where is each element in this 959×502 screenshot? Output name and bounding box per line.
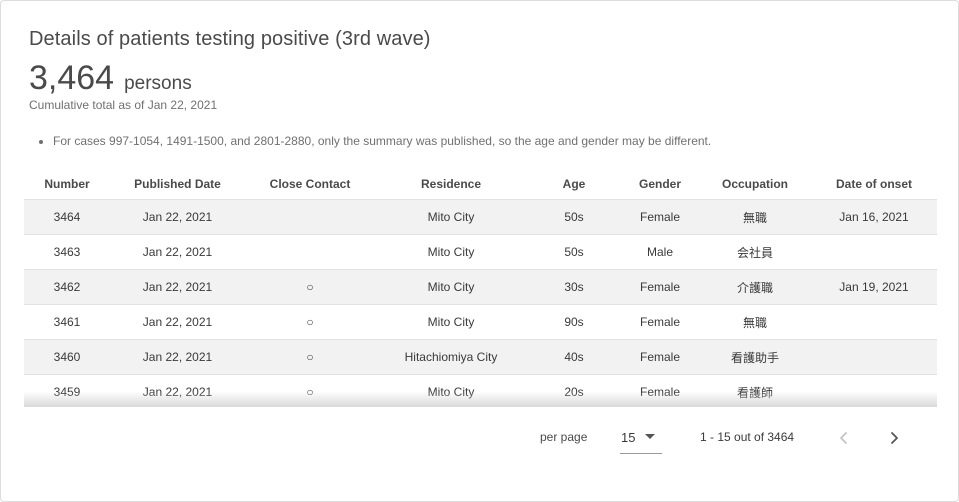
cumulative-note: Cumulative total as of Jan 22, 2021 bbox=[29, 98, 218, 112]
cell-occupation: 看護師 bbox=[699, 374, 811, 407]
table-row: 3463 Jan 22, 2021 Mito City 50s Male 会社員 bbox=[24, 234, 937, 270]
caret-down-icon bbox=[645, 434, 655, 439]
col-age-header: Age bbox=[527, 169, 621, 200]
cell-gender: Female bbox=[621, 199, 699, 235]
cell-published-date: Jan 22, 2021 bbox=[110, 269, 245, 305]
notes-list: For cases 997-1054, 1491-1500, and 2801-… bbox=[37, 134, 711, 148]
table-row: 3459 Jan 22, 2021 ○ Mito City 20s Female 看護師 bbox=[24, 374, 937, 407]
next-page-button[interactable] bbox=[879, 423, 909, 453]
patients-table-container[interactable]: Number Published Date Close Contact Residen… bbox=[24, 169, 937, 407]
cell-close-contact: ○ bbox=[245, 269, 375, 305]
cell-occupation: 会社員 bbox=[699, 234, 811, 270]
cell-number: 3464 bbox=[24, 199, 110, 235]
cell-close-contact bbox=[245, 199, 375, 235]
card-title: Details of patients testing positive (3r… bbox=[29, 28, 431, 50]
cell-age: 90s bbox=[527, 304, 621, 340]
cell-published-date: Jan 22, 2021 bbox=[110, 374, 245, 407]
total-unit: persons bbox=[124, 73, 192, 94]
per-page-value: 15 bbox=[621, 430, 636, 445]
table-row: 3464 Jan 22, 2021 Mito City 50s Female 無職 Jan … bbox=[24, 199, 937, 235]
cell-published-date: Jan 22, 2021 bbox=[110, 234, 245, 270]
cell-published-date: Jan 22, 2021 bbox=[110, 304, 245, 340]
cell-number: 3459 bbox=[24, 374, 110, 407]
cell-residence: Mito City bbox=[375, 374, 527, 407]
table-row: 3462 Jan 22, 2021 ○ Mito City 30s Female 介護職 Ja… bbox=[24, 269, 937, 305]
cell-occupation: 無職 bbox=[699, 199, 811, 235]
note-item: For cases 997-1054, 1491-1500, and 2801-… bbox=[53, 134, 711, 148]
patients-card: Details of patients testing positive (3r… bbox=[0, 0, 959, 502]
cell-number: 3460 bbox=[24, 339, 110, 375]
chevron-right-icon bbox=[891, 432, 898, 444]
col-occupation-header: Occupation bbox=[699, 169, 811, 200]
cell-date-of-onset bbox=[811, 339, 937, 375]
patients-table: Number Published Date Close Contact Residen… bbox=[24, 169, 937, 407]
cell-age: 20s bbox=[527, 374, 621, 407]
total-count: 3,464 bbox=[29, 59, 115, 97]
cell-close-contact: ○ bbox=[245, 374, 375, 407]
cell-occupation: 介護職 bbox=[699, 269, 811, 305]
col-published-date-header: Published Date bbox=[110, 169, 245, 200]
cell-age: 50s bbox=[527, 199, 621, 235]
cell-close-contact bbox=[245, 234, 375, 270]
previous-page-button[interactable] bbox=[829, 423, 859, 453]
cell-gender: Female bbox=[621, 339, 699, 375]
cell-occupation: 無職 bbox=[699, 304, 811, 340]
cell-residence: Mito City bbox=[375, 304, 527, 340]
cell-number: 3461 bbox=[24, 304, 110, 340]
cell-close-contact: ○ bbox=[245, 304, 375, 340]
cell-date-of-onset bbox=[811, 304, 937, 340]
page-range-text: 1 - 15 out of 3464 bbox=[700, 430, 795, 444]
per-page-label: per page bbox=[540, 430, 588, 444]
cell-age: 40s bbox=[527, 339, 621, 375]
table-row: 3461 Jan 22, 2021 ○ Mito City 90s Female 無職 bbox=[24, 304, 937, 340]
cell-gender: Female bbox=[621, 269, 699, 305]
col-date-of-onset-header: Date of onset bbox=[811, 169, 937, 200]
cell-published-date: Jan 22, 2021 bbox=[110, 199, 245, 235]
cell-number: 3463 bbox=[24, 234, 110, 270]
cell-age: 30s bbox=[527, 269, 621, 305]
cell-published-date: Jan 22, 2021 bbox=[110, 339, 245, 375]
chevron-left-icon bbox=[840, 432, 847, 444]
table-row: 3460 Jan 22, 2021 ○ Hitachiomiya City 40s Fem… bbox=[24, 339, 937, 375]
col-gender-header: Gender bbox=[621, 169, 699, 200]
cell-age: 50s bbox=[527, 234, 621, 270]
cell-date-of-onset bbox=[811, 374, 937, 407]
col-close-contact-header: Close Contact bbox=[245, 169, 375, 200]
cell-number: 3462 bbox=[24, 269, 110, 305]
pagination-bar: per page 15 1 - 15 out of 3464 bbox=[1, 421, 958, 457]
cell-residence: Mito City bbox=[375, 269, 527, 305]
cell-date-of-onset bbox=[811, 234, 937, 270]
total-summary: 3,464 persons bbox=[29, 59, 192, 98]
cell-gender: Female bbox=[621, 374, 699, 407]
cell-gender: Male bbox=[621, 234, 699, 270]
cell-residence: Mito City bbox=[375, 199, 527, 235]
cell-residence: Mito City bbox=[375, 234, 527, 270]
cell-residence: Hitachiomiya City bbox=[375, 339, 527, 375]
per-page-select[interactable]: 15 bbox=[620, 423, 662, 454]
col-residence-header: Residence bbox=[375, 169, 527, 200]
table-header-row: Number Published Date Close Contact Residen… bbox=[24, 169, 937, 200]
cell-close-contact: ○ bbox=[245, 339, 375, 375]
cell-occupation: 看護助手 bbox=[699, 339, 811, 375]
cell-date-of-onset: Jan 19, 2021 bbox=[811, 269, 937, 305]
cell-gender: Female bbox=[621, 304, 699, 340]
cell-date-of-onset: Jan 16, 2021 bbox=[811, 199, 937, 235]
col-number-header: Number bbox=[24, 169, 110, 200]
